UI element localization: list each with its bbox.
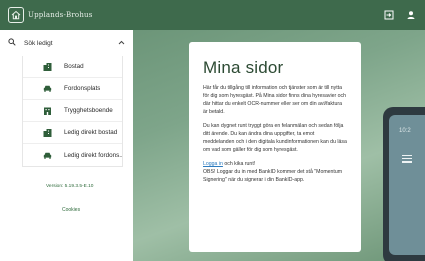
sidebar-item-fordonsplats[interactable]: Fordonsplats <box>23 78 122 100</box>
page-title: Mina sidor <box>203 58 284 77</box>
top-bar: Upplands-Brohus <box>0 0 425 30</box>
sidebar-item-label: Bostad <box>64 63 84 70</box>
chevron-up-icon <box>118 40 125 47</box>
hamburger-icon <box>402 155 412 165</box>
phone-illustration: 10:2 <box>383 107 425 261</box>
search-vacant-label: Sök ledigt <box>24 39 53 47</box>
sidebar-item-trygghetsboende[interactable]: Trygghetsboende <box>23 100 122 122</box>
login-icon[interactable] <box>383 9 395 21</box>
vacant-menu: Bostad Fordonsplats Trygghetsboende Ledi… <box>22 56 123 167</box>
services-paragraph: Du kan dygnet runt tryggt göra en felanm… <box>203 123 347 153</box>
sidebar-item-label: Ledig direkt bostad <box>64 129 118 136</box>
user-icon[interactable] <box>405 9 417 21</box>
sidebar-item-label: Trygghetsboende <box>64 107 113 114</box>
sidebar-item-ledig-direkt-fordonsplats[interactable]: Ledig direkt fordons... <box>23 144 122 166</box>
login-link[interactable]: Logga in <box>203 161 223 167</box>
login-suffix: och kika runt! <box>222 161 256 167</box>
search-icon <box>8 38 16 48</box>
phone-screen <box>389 115 425 255</box>
sidebar: Sök ledigt Bostad Fordonsplats Trygghets… <box>0 30 133 261</box>
sidebar-item-bostad[interactable]: Bostad <box>23 56 122 78</box>
logo[interactable]: Upplands-Brohus <box>8 7 93 23</box>
bankid-note: OBS! Loggar du in med BankID kommer det … <box>203 169 343 183</box>
login-paragraph: Logga in och kika runt! OBS! Loggar du in… <box>203 160 347 184</box>
sidebar-item-label: Ledig direkt fordons... <box>64 151 122 159</box>
logo-text: Upplands-Brohus <box>28 11 93 19</box>
intro-paragraph: Här får du tillgång till information och… <box>203 85 347 115</box>
building-icon <box>43 128 52 137</box>
apartment-icon <box>43 107 52 115</box>
search-vacant-toggle[interactable]: Sök ledigt <box>0 30 133 56</box>
sidebar-item-ledig-direkt-bostad[interactable]: Ledig direkt bostad <box>23 122 122 144</box>
home-logo-icon <box>8 7 24 23</box>
sidebar-item-label: Fordonsplats <box>64 85 101 92</box>
car-icon <box>43 151 52 159</box>
phone-time: 10:2 <box>399 128 411 134</box>
building-icon <box>43 62 52 71</box>
car-icon <box>43 85 52 93</box>
cookies-link[interactable]: Cookies <box>62 207 80 213</box>
info-card: Mina sidor Här får du tillgång till info… <box>189 42 361 252</box>
version-text: Version: 5.19.3.5-E.10 <box>46 184 94 189</box>
